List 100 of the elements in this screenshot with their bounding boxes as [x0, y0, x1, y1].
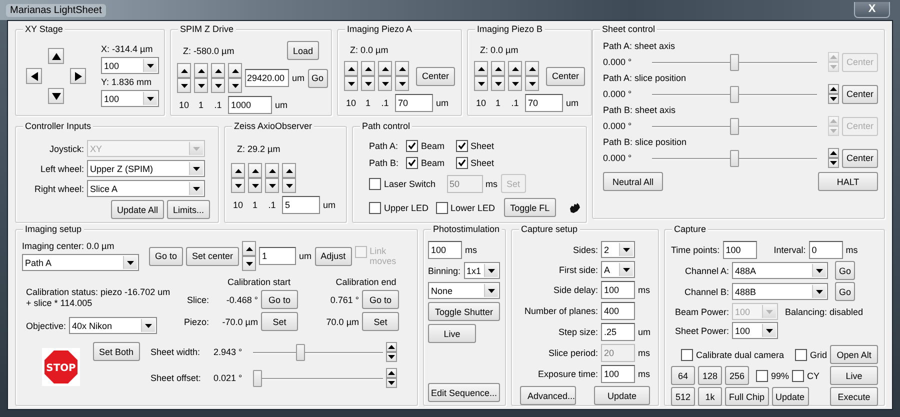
step-up-button[interactable]	[248, 163, 262, 178]
checkbox[interactable]	[795, 348, 808, 360]
stop-button[interactable]: STOP	[42, 348, 80, 386]
step-up-button[interactable]	[378, 61, 392, 76]
step-down-button[interactable]	[525, 76, 539, 91]
button[interactable]: Go to	[362, 290, 399, 309]
step-down-button[interactable]	[828, 158, 839, 168]
step-down-button[interactable]	[386, 352, 397, 362]
dropdown[interactable]: 40x Nikon	[69, 317, 158, 334]
input-field[interactable]: 0	[808, 241, 843, 259]
button[interactable]: Update	[594, 386, 650, 405]
button[interactable]: HALT	[818, 172, 878, 191]
input-field[interactable]: 100	[601, 365, 635, 383]
dropdown[interactable]: Path A	[22, 254, 139, 271]
step-down-button[interactable]	[248, 178, 262, 193]
button[interactable]: Center	[546, 66, 586, 86]
input-field[interactable]: 400	[601, 302, 635, 320]
dropdown[interactable]: A	[601, 261, 635, 278]
button[interactable]: Go	[835, 282, 855, 301]
checkbox[interactable]	[792, 370, 804, 382]
slider-thumb[interactable]	[730, 118, 739, 134]
step-up-button[interactable]	[242, 241, 256, 256]
step-down-button[interactable]	[194, 78, 208, 93]
step-up-button[interactable]	[828, 148, 839, 158]
slider-thumb[interactable]	[730, 150, 739, 166]
button[interactable]: Toggle Shutter	[428, 302, 500, 321]
step-up-button[interactable]	[508, 61, 522, 76]
checkbox[interactable]	[436, 202, 448, 214]
button[interactable]: 1k	[698, 387, 722, 406]
slider-track[interactable]	[252, 368, 383, 388]
step-down-button[interactable]	[386, 378, 397, 388]
input-field[interactable]: .25	[601, 323, 635, 341]
checkbox[interactable]	[369, 178, 381, 190]
dropdown[interactable]: 100	[101, 57, 159, 74]
button[interactable]: Limits...	[166, 200, 210, 219]
button[interactable]: 256	[725, 366, 749, 385]
arrow-button[interactable]	[26, 68, 42, 84]
checkbox[interactable]	[681, 348, 693, 360]
input-field[interactable]: 100	[722, 241, 757, 259]
step-up-button[interactable]	[282, 163, 296, 178]
slider-track[interactable]	[252, 342, 383, 362]
input-field[interactable]: 1000	[228, 96, 272, 114]
button[interactable]: Edit Sequence...	[428, 383, 500, 402]
step-down-button[interactable]	[395, 76, 409, 91]
arrow-button[interactable]	[48, 88, 64, 104]
button[interactable]: Adjust	[314, 246, 352, 266]
button[interactable]: Full Chip	[725, 387, 769, 406]
slider-thumb[interactable]	[730, 86, 739, 102]
step-up-button[interactable]	[525, 61, 539, 76]
step-up-button[interactable]	[474, 61, 488, 76]
checkbox[interactable]	[456, 140, 468, 152]
button[interactable]: Go	[308, 68, 328, 88]
slider-thumb[interactable]	[296, 344, 306, 360]
step-up-button[interactable]	[194, 63, 208, 78]
button[interactable]: Neutral All	[603, 172, 663, 191]
step-up-button[interactable]	[491, 61, 505, 76]
arrow-button[interactable]	[48, 48, 64, 64]
dropdown[interactable]: 2	[601, 241, 635, 258]
step-up-button[interactable]	[231, 163, 245, 178]
checkbox[interactable]	[369, 202, 381, 214]
step-up-button[interactable]	[228, 63, 242, 78]
button[interactable]: Execute	[830, 387, 878, 406]
step-down-button[interactable]	[491, 76, 505, 91]
arrow-button[interactable]	[70, 68, 86, 84]
step-down-button[interactable]	[228, 78, 242, 93]
dropdown[interactable]: 488B	[732, 283, 828, 300]
slider-track[interactable]	[652, 116, 817, 136]
dropdown[interactable]: Upper Z (SPIM)	[87, 160, 205, 177]
checkbox[interactable]	[456, 157, 468, 169]
step-down-button[interactable]	[282, 178, 296, 193]
checkbox[interactable]	[406, 140, 418, 152]
slider-track[interactable]	[652, 84, 817, 104]
step-down-button[interactable]	[344, 76, 358, 91]
input-field[interactable]: 1	[259, 247, 296, 265]
dropdown[interactable]: 100	[101, 90, 159, 107]
button[interactable]: Set center	[186, 246, 240, 266]
step-up-button[interactable]	[361, 61, 375, 76]
button[interactable]: 128	[698, 366, 722, 385]
step-down-button[interactable]	[508, 76, 522, 91]
checkbox[interactable]	[756, 370, 768, 382]
step-up-button[interactable]	[828, 84, 839, 94]
step-up-button[interactable]	[211, 63, 225, 78]
step-up-button[interactable]	[395, 61, 409, 76]
step-down-button[interactable]	[242, 256, 256, 271]
button[interactable]: Set	[362, 312, 399, 331]
button[interactable]: Advanced...	[520, 386, 576, 405]
dropdown[interactable]: Slice A	[87, 180, 205, 197]
input-field[interactable]: 70	[395, 94, 433, 112]
close-button[interactable]: X	[854, 2, 890, 18]
button[interactable]: Open Alt	[830, 345, 878, 364]
button[interactable]: Toggle FL	[504, 198, 556, 217]
button[interactable]: Go to	[149, 246, 184, 266]
input-field[interactable]: 70	[525, 94, 563, 112]
button[interactable]: Live	[428, 324, 476, 343]
button[interactable]: Set	[261, 312, 298, 331]
step-up-button[interactable]	[386, 342, 397, 352]
button[interactable]: Go	[835, 261, 855, 280]
slider-thumb[interactable]	[252, 370, 262, 386]
input-field[interactable]: 100	[601, 281, 635, 299]
slider-track[interactable]	[652, 148, 817, 168]
